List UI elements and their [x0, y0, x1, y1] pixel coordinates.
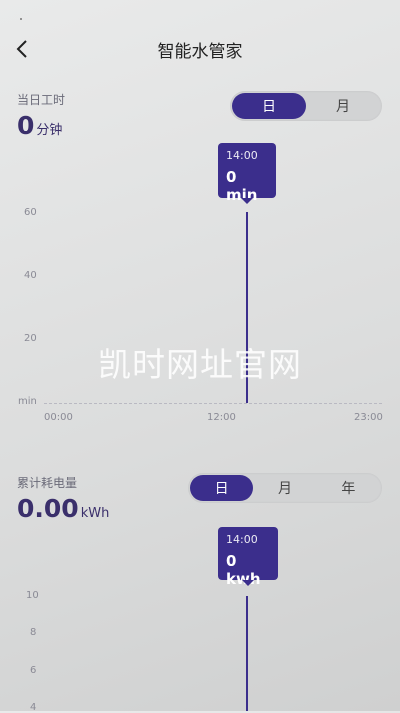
energy-value-group: 0.00 kWh [17, 496, 109, 521]
energy-unit: kWh [80, 506, 110, 521]
energy-tooltip: 14:00 0 kwh [218, 527, 278, 588]
work-time-value-group: 0 分钟 [17, 113, 62, 138]
x-tick-mid: 12:00 [207, 412, 236, 423]
y-tick-min: min [18, 396, 37, 407]
work-time-label: 当日工时 [17, 93, 66, 107]
tooltip-value: 0 kwh [226, 552, 261, 588]
tab-day[interactable]: 日 [190, 475, 254, 501]
energy-label: 累计耗电量 [17, 476, 78, 490]
tooltip-time: 14:00 [226, 149, 258, 162]
tab-month[interactable]: 月 [306, 93, 380, 119]
tab-year[interactable]: 年 [317, 475, 380, 501]
y-tick-40: 40 [24, 270, 37, 281]
chart-cursor-line [246, 596, 248, 711]
x-tick-start: 00:00 [44, 412, 73, 423]
x-tick-end: 23:00 [354, 412, 383, 423]
y-tick-10: 10 [26, 590, 39, 601]
y-tick-4: 4 [30, 702, 37, 713]
chart-baseline [44, 403, 382, 404]
work-time-tooltip: 14:00 0 min [218, 143, 276, 204]
y-tick-6: 6 [30, 665, 37, 676]
status-dot [20, 18, 22, 20]
tooltip-time: 14:00 [226, 533, 258, 546]
energy-value: 0.00 [17, 494, 79, 523]
energy-period-toggle[interactable]: 日 月 年 [188, 473, 382, 503]
y-tick-60: 60 [24, 207, 37, 218]
y-tick-8: 8 [30, 627, 37, 638]
page-title: 智能水管家 [157, 42, 243, 62]
work-time-period-toggle[interactable]: 日 月 [230, 91, 382, 121]
tab-day[interactable]: 日 [232, 93, 306, 119]
work-time-value: 0 [17, 111, 35, 140]
tab-month[interactable]: 月 [253, 475, 316, 501]
tooltip-value: 0 min [226, 168, 258, 204]
watermark-text: 凯时网址官网 [98, 345, 302, 384]
work-time-unit: 分钟 [36, 123, 63, 138]
